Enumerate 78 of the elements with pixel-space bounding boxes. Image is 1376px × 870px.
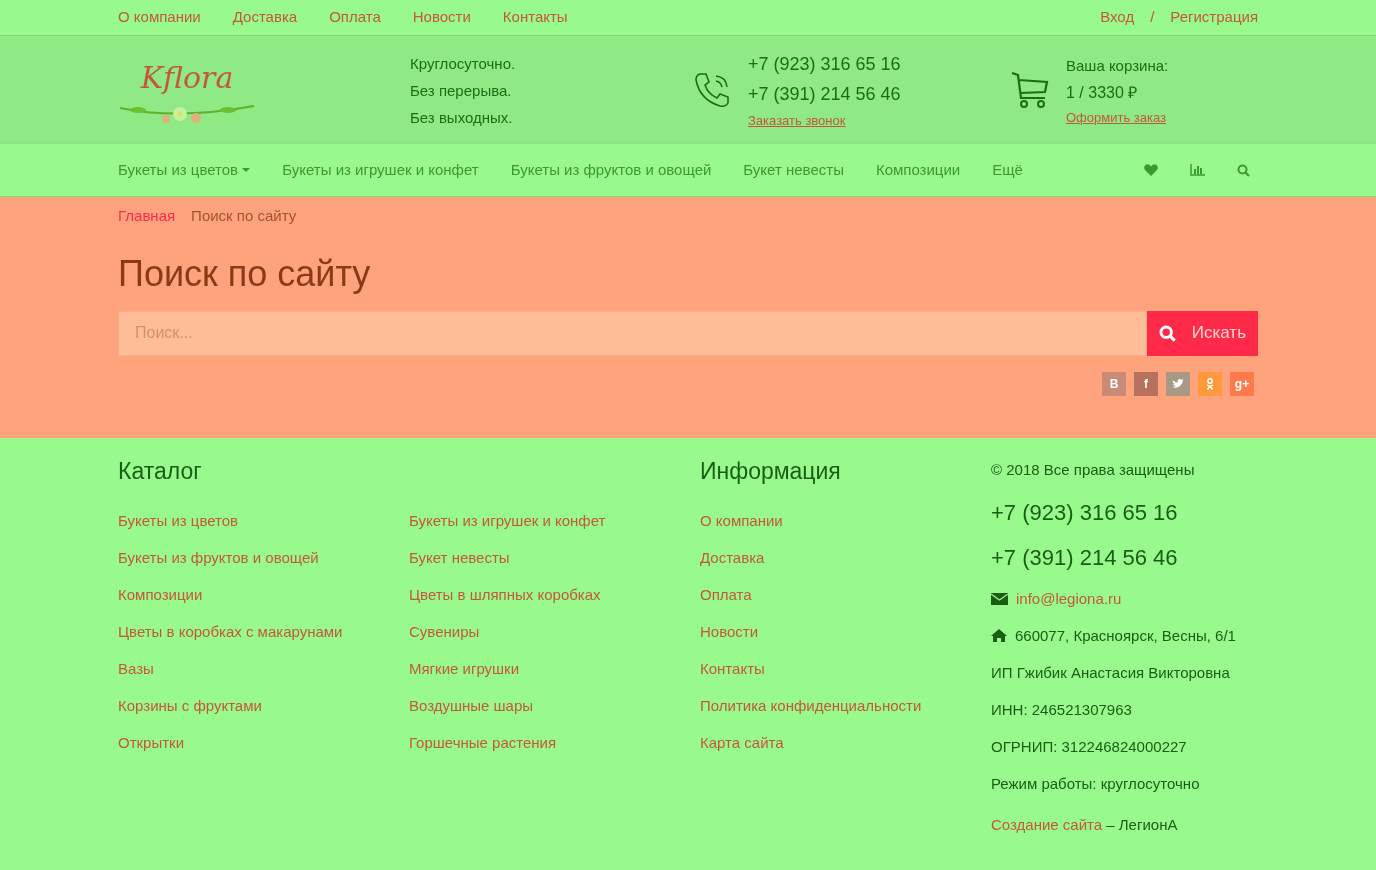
copyright-text: © 2018 Все права защищены — [991, 460, 1196, 480]
category-menu-item[interactable]: Букеты из цветов — [118, 158, 251, 182]
category-menu-item[interactable]: Букеты из игрушек и конфет — [282, 158, 479, 182]
footer-catalog-link[interactable]: Вазы — [118, 649, 385, 687]
page-title: Поиск по сайту — [118, 251, 372, 295]
top-menu-link[interactable]: Контакты — [502, 6, 576, 29]
phone-number: +7 (923) 316 65 16 — [748, 52, 901, 76]
search-icon[interactable] — [1237, 163, 1250, 177]
address-text: 660077, Красноярск, Весны, 6/1 — [1015, 626, 1236, 646]
breadcrumb-link[interactable]: Поиск по сайту — [191, 205, 297, 228]
developer-name: – ЛегионА — [1106, 816, 1178, 833]
footer-catalog-link[interactable]: Горшечные растения — [409, 723, 676, 761]
footer-heading: Каталог — [118, 458, 203, 486]
footer-catalog-link[interactable]: Букеты из фруктов и овощей — [118, 538, 385, 576]
callback-link[interactable]: Заказать звонок — [748, 112, 846, 128]
email-link[interactable]: info@legiona.ru — [1016, 580, 1122, 617]
search-button[interactable]: Искать — [1146, 310, 1258, 356]
footer-info-link[interactable]: Карта сайта — [700, 723, 967, 761]
footer-info-link[interactable]: Контакты — [700, 649, 967, 687]
footer-catalog-link[interactable]: Композиции — [118, 575, 385, 613]
separator: / — [1150, 7, 1155, 28]
footer-info-link[interactable]: О компании — [700, 501, 967, 539]
schedule-text: Без перерыва. — [410, 80, 513, 101]
footer-info-link[interactable]: Оплата — [700, 575, 967, 613]
social-share-button[interactable]: B — [1102, 371, 1126, 396]
footer-catalog-link[interactable]: Корзины с фруктами — [118, 686, 385, 724]
checkout-link[interactable]: Оформить заказ — [1066, 109, 1166, 125]
social-share-button[interactable]: f — [1134, 371, 1158, 396]
social-share-button[interactable] — [1198, 371, 1222, 396]
login-link[interactable]: Вход — [1100, 6, 1135, 29]
breadcrumb-link[interactable]: Главная — [118, 205, 176, 228]
footer-catalog-link[interactable]: Воздушные шары — [409, 686, 676, 724]
site-credit-link[interactable]: Создание сайта — [991, 816, 1103, 833]
footer-catalog-link[interactable]: Букет невесты — [409, 538, 676, 576]
top-menu-link[interactable]: Доставка — [232, 6, 306, 29]
company-detail: Режим работы: круглосуточно — [991, 774, 1201, 794]
footer-info-link[interactable]: Новости — [700, 612, 967, 650]
phone-icon — [692, 70, 732, 110]
caret-icon — [242, 168, 251, 174]
footer-info-link[interactable]: Доставка — [700, 538, 967, 576]
company-detail: ИНН: 246521307963 — [991, 700, 1133, 720]
company-detail: ОГРНИП: 312246824000227 — [991, 737, 1188, 757]
category-menu-item[interactable]: Композиции — [875, 158, 961, 182]
category-menu-item[interactable]: Букеты из фруктов и овощей — [510, 158, 712, 182]
home-icon — [991, 629, 1007, 642]
envelope-icon — [991, 592, 1008, 605]
social-share-button[interactable] — [1166, 371, 1190, 396]
phone-number: +7 (391) 214 56 46 — [748, 82, 901, 106]
footer-catalog-link[interactable]: Сувениры — [409, 612, 676, 650]
footer-phone: +7 (391) 214 56 46 — [991, 544, 1179, 572]
schedule-text: Круглосуточно. — [410, 53, 517, 74]
top-menu-link[interactable]: О компании — [118, 6, 209, 29]
footer-catalog-link[interactable]: Цветы в коробках с макарунами — [118, 612, 385, 650]
category-menu-item[interactable]: Букет невесты — [743, 158, 844, 182]
footer-catalog-link[interactable]: Открытки — [118, 723, 385, 761]
footer-catalog-link[interactable]: Букеты из цветов — [118, 501, 385, 539]
footer-catalog-link[interactable]: Букеты из игрушек и конфет — [409, 501, 676, 539]
cart-label: Ваша корзина: — [1066, 55, 1169, 76]
company-detail: ИП Гжибик Анастасия Викторовна — [991, 663, 1231, 683]
top-menu-link[interactable]: Оплата — [329, 6, 389, 29]
heart-icon[interactable] — [1144, 164, 1158, 176]
footer-catalog-link[interactable]: Мягкие игрушки — [409, 649, 676, 687]
footer-heading: Информация — [700, 458, 842, 486]
footer-info-link[interactable]: Политика конфиденциальности — [700, 686, 967, 724]
footer-phone: +7 (923) 316 65 16 — [991, 499, 1179, 527]
cart-icon — [1010, 70, 1050, 110]
category-menu-item[interactable]: Ещё — [992, 158, 1023, 182]
register-link[interactable]: Регистрация — [1170, 6, 1258, 29]
bar-chart-icon[interactable] — [1190, 164, 1205, 176]
footer-catalog-link[interactable]: Цветы в шляпных коробках — [409, 575, 676, 613]
top-menu-link[interactable]: Новости — [412, 6, 479, 29]
cart-summary: 1 / 3330 ₽ — [1066, 82, 1139, 103]
bird-icon — [1172, 378, 1184, 389]
search-icon — [1158, 324, 1176, 342]
social-share-button[interactable]: g+ — [1230, 371, 1254, 396]
logo-text[interactable]: Kflora — [140, 54, 234, 100]
person-icon — [1206, 377, 1214, 390]
schedule-text: Без выходных. — [410, 107, 514, 128]
